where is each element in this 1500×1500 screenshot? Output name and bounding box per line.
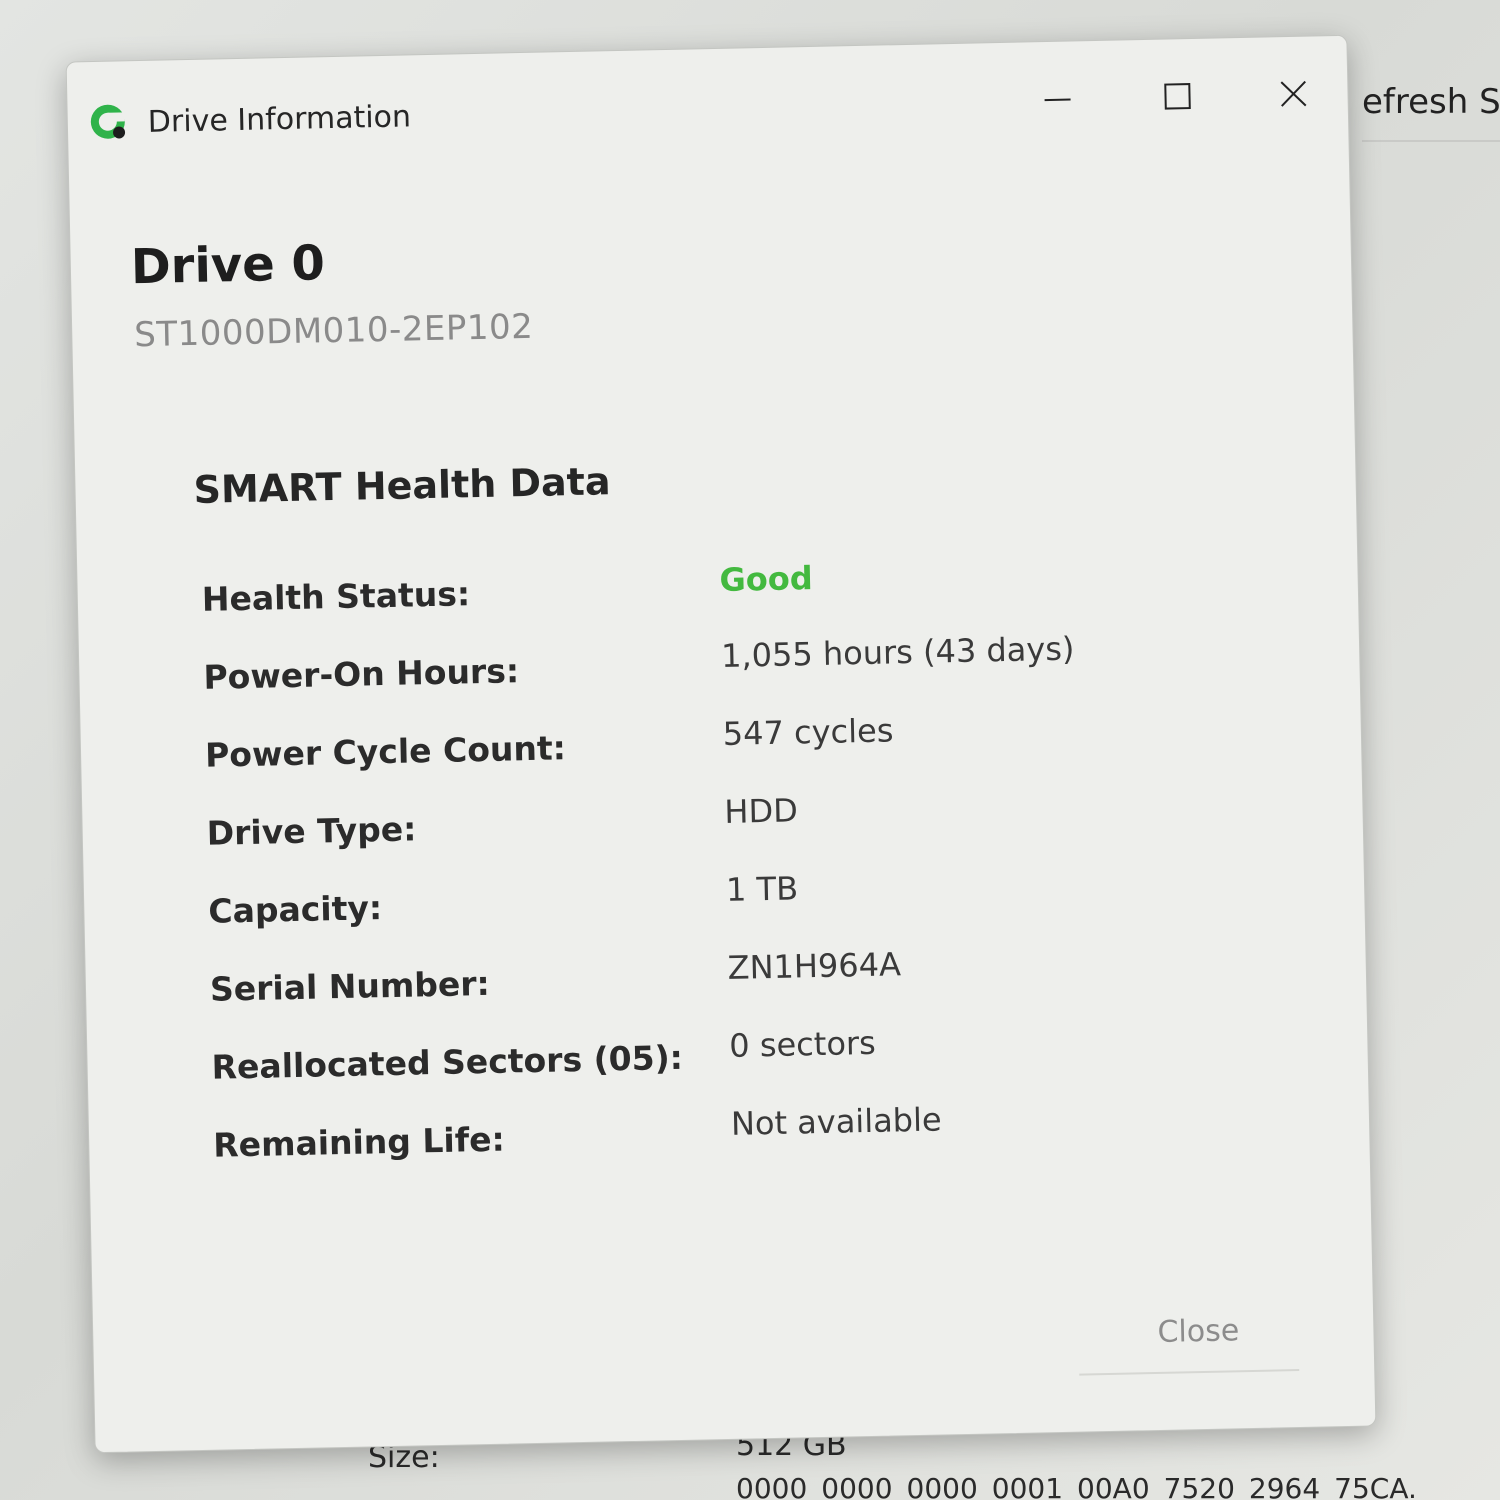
remaining-life-value: Not available (730, 1100, 942, 1143)
background-divider (1362, 140, 1500, 142)
power-cycle-count-value: 547 cycles (722, 711, 894, 753)
drive-information-dialog: Drive Information Drive 0 ST1000DM010-2E… (65, 34, 1377, 1454)
power-on-hours-label: Power-On Hours: (203, 651, 520, 697)
health-status-label: Health Status: (201, 574, 471, 619)
section-title: SMART Health Data (193, 459, 611, 512)
capacity-label: Capacity: (207, 888, 383, 931)
close-icon (1280, 80, 1307, 107)
power-cycle-count-label: Power Cycle Count: (204, 728, 567, 775)
reallocated-sectors-value: 0 sectors (728, 1023, 877, 1065)
drive-model: ST1000DM010-2EP102 (133, 306, 534, 356)
drive-title: Drive 0 (130, 235, 326, 296)
serial-number-value: ZN1H964A (727, 945, 902, 987)
drive-type-value: HDD (724, 791, 799, 831)
footer-divider (1079, 1369, 1300, 1376)
title-bar[interactable]: Drive Information (67, 36, 1349, 173)
drive-health-icon (90, 104, 126, 139)
maximize-button[interactable] (1127, 60, 1228, 132)
minimize-button[interactable] (1007, 63, 1108, 135)
minimize-icon (1044, 98, 1071, 102)
background-serial-value: 0000_0000_0000_0001_00A0_7520_2964_75CA. (736, 1472, 1417, 1500)
window-close-button[interactable] (1243, 58, 1344, 130)
screen: efresh Sp Size: 512 GB 0000_0000_0000_00… (0, 0, 1500, 1500)
maximize-icon (1164, 83, 1191, 110)
capacity-value: 1 TB (725, 869, 799, 909)
power-on-hours-value: 1,055 hours (43 days) (720, 629, 1075, 675)
background-refresh-button-label[interactable]: efresh Sp (1362, 82, 1500, 122)
remaining-life-label: Remaining Life: (212, 1119, 506, 1165)
close-button[interactable]: Close (1103, 1299, 1294, 1363)
health-status-value: Good (719, 559, 814, 599)
serial-number-label: Serial Number: (209, 963, 491, 1009)
reallocated-sectors-label: Reallocated Sectors (05): (211, 1037, 684, 1087)
window-title: Drive Information (147, 99, 412, 140)
drive-type-label: Drive Type: (206, 809, 417, 853)
